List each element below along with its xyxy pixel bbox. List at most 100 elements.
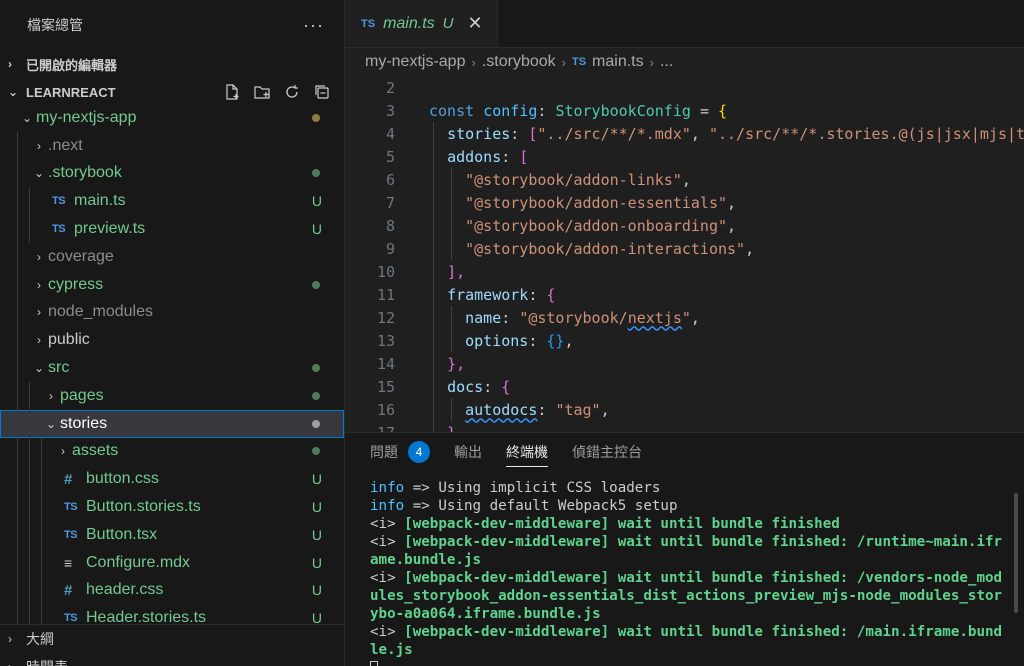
code-editor[interactable]: 2 3 const config: StorybookConfig = { 4 s… (345, 76, 1024, 432)
terminal-line: info => Using default Webpack5 setup (370, 497, 1004, 515)
tree-item-label: preview.ts (74, 220, 146, 238)
markdown-file-icon: ≡ (64, 554, 72, 571)
terminal-output[interactable]: info => Using implicit CSS loaders info =… (370, 479, 1004, 666)
indent-guide (17, 437, 18, 466)
line-number: 12 (376, 308, 395, 327)
chevron-right-icon: › (37, 138, 41, 153)
modified-dot-icon (312, 391, 320, 400)
tree-item-label: cypress (48, 275, 104, 293)
tree-item[interactable]: › .next (0, 131, 344, 160)
terminal-text: [webpack-dev-middleware] wait until bund… (370, 534, 1003, 568)
workspace-section[interactable]: ⌄ LEARNREACT (0, 78, 344, 106)
indent-guide (433, 421, 434, 432)
timeline-section[interactable]: › 時間表 (0, 653, 344, 666)
tree-item[interactable]: ≡ Configure.mdx U (0, 548, 344, 577)
indent-guide (433, 191, 434, 214)
line-number: 13 (376, 331, 395, 350)
breadcrumb-root[interactable]: my-nextjs-app (365, 53, 465, 71)
code-line: 6 "@storybook/addon-links", (345, 168, 1024, 191)
tree-item[interactable]: TS Button.stories.ts U (0, 493, 344, 521)
chevron-right-icon: › (37, 333, 41, 348)
tree-item[interactable]: › node_modules (0, 298, 344, 327)
indent-guide (17, 131, 18, 160)
indent-guide (433, 237, 434, 260)
indent-guide (17, 381, 18, 410)
new-file-icon[interactable] (222, 82, 242, 102)
indent-guide (17, 465, 18, 494)
tab-output[interactable]: 輸出 (454, 433, 482, 471)
tree-item-label: stories (60, 414, 108, 432)
typescript-file-icon: TS (64, 501, 78, 514)
close-icon[interactable]: ✕ (467, 13, 482, 34)
modified-dot-icon (312, 419, 320, 428)
chevron-right-icon: › (8, 660, 26, 666)
git-status-badge: U (442, 15, 454, 32)
tree-item[interactable]: TS main.ts U (0, 187, 344, 216)
tree-item[interactable]: ⌄ my-nextjs-app (0, 104, 344, 132)
indent-guide (17, 326, 18, 355)
git-status-badge: U (311, 554, 322, 571)
typescript-file-icon: TS (571, 56, 587, 68)
tree-item[interactable]: › assets (0, 437, 344, 466)
indent-guide (41, 493, 42, 521)
tree-item[interactable]: › public (0, 326, 344, 355)
line-number: 11 (376, 285, 395, 304)
tree-item-label: main.ts (74, 192, 126, 210)
collapse-all-icon[interactable] (312, 82, 332, 102)
open-editors-section[interactable]: › 已開啟的編輯器 (0, 50, 344, 78)
more-actions-icon[interactable]: ··· (303, 15, 324, 36)
code-line: 15 docs: { (345, 375, 1024, 398)
tree-item-label: button.css (86, 470, 159, 488)
tree-item[interactable]: # header.css U (0, 576, 344, 605)
tree-item-label: .next (48, 136, 83, 154)
indent-guide (29, 465, 30, 494)
tab-terminal[interactable]: 終端機 (506, 433, 548, 471)
breadcrumb-file[interactable]: main.ts (592, 53, 644, 71)
chevron-right-icon: › (49, 388, 53, 403)
code-line: 16 autodocs: "tag", (345, 398, 1024, 421)
indent-guide (41, 465, 42, 494)
terminal-scrollbar[interactable] (1014, 493, 1018, 613)
terminal-text: [webpack-dev-middleware] wait until bund… (404, 516, 840, 532)
breadcrumb-folder[interactable]: .storybook (482, 53, 556, 71)
indent-guide (433, 375, 434, 398)
tab-problems[interactable]: 問題 4 (370, 433, 430, 471)
tree-item[interactable]: › pages (0, 381, 344, 410)
chevron-right-icon: › (37, 249, 41, 264)
code-line: 12 name: "@storybook/nextjs", (345, 306, 1024, 329)
tree-item[interactable]: TS Button.tsx U (0, 520, 344, 549)
tree-item[interactable]: TS preview.ts U (0, 215, 344, 243)
tab-debug-console[interactable]: 偵錯主控台 (572, 433, 642, 471)
terminal-prefix: info (370, 480, 405, 496)
tab-main-ts[interactable]: TS main.ts U ✕ (345, 0, 498, 47)
terminal-prefix: <i> (370, 570, 405, 586)
line-number: 6 (385, 170, 395, 189)
indent-guide (433, 122, 434, 145)
tree-item-label: public (48, 331, 90, 349)
breadcrumb: my-nextjs-app › .storybook › TS main.ts … (345, 48, 1024, 76)
line-number: 9 (385, 239, 395, 258)
indent-guide (433, 168, 434, 191)
tree-item[interactable]: ⌄ .storybook (0, 159, 344, 188)
indent-guide (17, 215, 18, 243)
chevron-right-icon: › (37, 305, 41, 320)
code-line: 17 } (345, 421, 1024, 432)
new-folder-icon[interactable] (252, 82, 272, 102)
indent-guide (17, 548, 18, 577)
terminal-line: info => Using implicit CSS loaders (370, 479, 1004, 497)
refresh-icon[interactable] (282, 82, 302, 102)
tree-item[interactable]: › coverage (0, 242, 344, 271)
tree-item[interactable]: ⌄ src (0, 354, 344, 382)
git-status-badge: U (311, 526, 322, 543)
tree-item-label: .storybook (48, 164, 122, 182)
tab-debug-console-label: 偵錯主控台 (572, 444, 642, 460)
terminal-text: [webpack-dev-middleware] wait until bund… (370, 624, 1003, 658)
tree-item[interactable]: › cypress (0, 270, 344, 299)
indent-guide (29, 187, 30, 216)
tree-item[interactable]: ⌄ stories (0, 409, 344, 438)
indent-guide (17, 409, 18, 438)
indent-guide (29, 576, 30, 605)
tree-item[interactable]: # button.css U (0, 465, 344, 494)
outline-section[interactable]: › 大綱 (0, 625, 344, 653)
breadcrumb-ellipsis[interactable]: ... (660, 53, 673, 71)
